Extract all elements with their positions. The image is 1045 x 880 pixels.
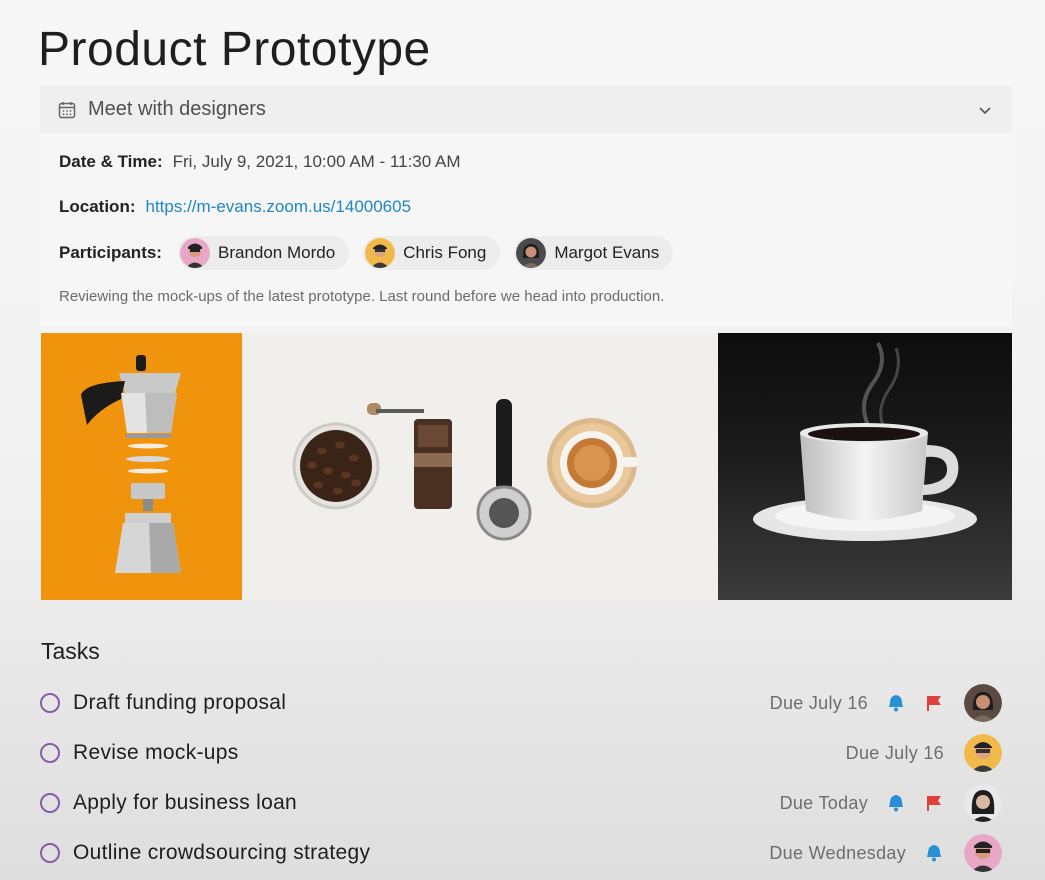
flag-icon[interactable] bbox=[924, 793, 944, 813]
avatar bbox=[516, 238, 547, 268]
meeting-description: Reviewing the mock-ups of the latest pro… bbox=[59, 288, 665, 305]
avatar bbox=[964, 684, 1002, 722]
participant-chip[interactable]: Brandon Mordo bbox=[177, 236, 350, 270]
page-title: Product Prototype bbox=[38, 23, 431, 76]
tasks-title: Tasks bbox=[41, 638, 100, 664]
task-row[interactable]: Revise mock-ups Due July 16 bbox=[40, 733, 1002, 773]
meeting-title: Meet with designers bbox=[88, 98, 266, 120]
task-checkbox[interactable] bbox=[40, 843, 60, 863]
participants-row: Participants: Brandon Mordo Chris Fong M… bbox=[59, 236, 687, 270]
avatar bbox=[179, 238, 210, 268]
coffee-cup-photo[interactable] bbox=[718, 333, 1012, 600]
task-label: Draft funding proposal bbox=[73, 691, 287, 714]
location-link[interactable]: https://m-evans.zoom.us/14000605 bbox=[146, 197, 412, 217]
participant-chip[interactable]: Margot Evans bbox=[514, 236, 674, 270]
participant-name: Brandon Mordo bbox=[217, 243, 336, 262]
meeting-card-header[interactable]: Meet with designers bbox=[40, 86, 1012, 133]
task-checkbox[interactable] bbox=[40, 743, 60, 763]
location-label: Location: bbox=[59, 197, 136, 216]
task-label: Revise mock-ups bbox=[73, 741, 239, 764]
task-label: Outline crowdsourcing strategy bbox=[73, 841, 371, 864]
task-due: Due July 16 bbox=[845, 742, 944, 763]
datetime-row: Date & Time: Fri, July 9, 2021, 10:00 AM… bbox=[59, 152, 461, 172]
avatar bbox=[964, 834, 1002, 872]
task-checkbox[interactable] bbox=[40, 793, 60, 813]
task-due: Due Wednesday bbox=[769, 842, 906, 863]
avatar bbox=[964, 734, 1002, 772]
avatar bbox=[964, 784, 1002, 822]
location-row: Location: https://m-evans.zoom.us/140006… bbox=[59, 197, 411, 217]
calendar-icon bbox=[58, 101, 76, 118]
meeting-card: Meet with designers Date & Time: Fri, Ju… bbox=[40, 86, 1012, 326]
bell-icon[interactable] bbox=[886, 793, 906, 813]
participant-chip[interactable]: Chris Fong bbox=[363, 236, 501, 270]
flag-icon[interactable] bbox=[924, 693, 944, 713]
task-label: Apply for business loan bbox=[73, 791, 298, 814]
participant-name: Chris Fong bbox=[403, 243, 487, 262]
task-row[interactable]: Outline crowdsourcing strategy Due Wedne… bbox=[40, 833, 1002, 873]
datetime-value: Fri, July 9, 2021, 10:00 AM - 11:30 AM bbox=[172, 152, 461, 171]
task-row[interactable]: Draft funding proposal Due July 16 bbox=[40, 683, 1002, 723]
task-due: Due July 16 bbox=[769, 692, 868, 713]
task-checkbox[interactable] bbox=[40, 693, 60, 713]
bell-icon[interactable] bbox=[924, 843, 944, 863]
datetime-label: Date & Time: bbox=[59, 152, 163, 171]
bell-icon[interactable] bbox=[886, 693, 906, 713]
moka-pot-photo[interactable] bbox=[41, 333, 242, 600]
image-strip bbox=[41, 333, 1012, 600]
participants-label: Participants: bbox=[59, 243, 162, 262]
chevron-down-icon[interactable] bbox=[978, 103, 992, 117]
coffee-flatlay-photo[interactable] bbox=[242, 333, 718, 600]
avatar bbox=[365, 238, 396, 268]
participant-name: Margot Evans bbox=[554, 243, 660, 262]
task-row[interactable]: Apply for business loan Due Today bbox=[40, 783, 1002, 823]
task-due: Due Today bbox=[779, 792, 868, 813]
